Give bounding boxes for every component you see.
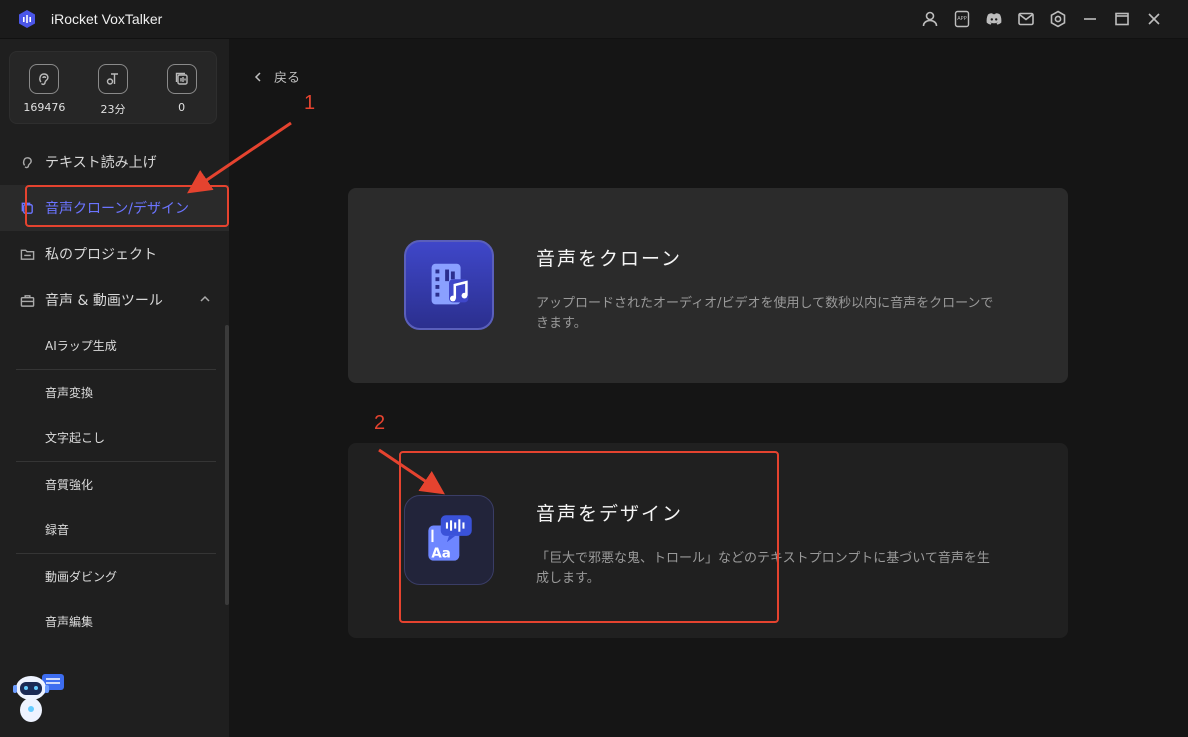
clone-icon [166,64,197,94]
sidebar-subitem-label: 動画ダビング [45,569,118,584]
sidebar-item-my-projects[interactable]: 私のプロジェクト [0,231,229,277]
close-icon[interactable] [1138,8,1170,30]
card-title: 音声をクローン [536,248,683,270]
text-voice-icon [97,64,128,94]
discord-icon[interactable] [978,8,1010,30]
sidebar-subitem-label: 音質強化 [45,477,94,492]
maximize-icon[interactable] [1106,8,1138,30]
minimize-icon[interactable] [1074,8,1106,30]
title-bar: iRocket VoxTalker APP [0,0,1188,39]
folder-icon [20,249,35,260]
annotation-box-2 [399,451,779,623]
back-label: 戻る [274,71,301,86]
stat-characters[interactable]: 169476 [14,64,74,123]
stat-minutes[interactable]: 23分 [83,64,143,123]
main-content: 戻る 音声をクローン アップロードされたオーディオ/ビデオを使用して数秒以内に音… [229,39,1188,737]
sidebar: 169476 23分 0 テキスト読み上げ 音声クローン/デザイン 私のプロジェ… [0,39,229,737]
sidebar-subitem-audio-enhance[interactable]: 音質強化 [0,462,229,508]
sidebar-item-audio-video-tools[interactable]: 音声 & 動画ツール [0,277,229,323]
sidebar-subitem-ai-rap[interactable]: AIラップ生成 [0,323,229,369]
app-title: iRocket VoxTalker [51,11,163,27]
annotation-box-1 [25,185,229,227]
sidebar-subitem-label: 文字起こし [45,431,106,446]
sidebar-subitem-label: 録音 [45,523,70,538]
chevron-up-icon[interactable] [199,293,211,305]
sidebar-subitem-transcription[interactable]: 文字起こし [0,415,229,461]
toolbox-icon [20,294,35,307]
sidebar-subitem-label: 音声変換 [45,385,94,400]
chat-assistant-robot-icon[interactable] [12,672,68,726]
voice-clone-icon [404,240,494,330]
sidebar-item-label: 音声 & 動画ツール [45,293,163,309]
sidebar-subitem-audio-editor[interactable]: 音声編集 [0,599,229,645]
user-icon[interactable] [914,8,946,30]
sidebar-subitem-recording[interactable]: 録音 [0,507,229,553]
sidebar-subitem-label: 音声編集 [45,615,94,630]
annotation-number-1: 1 [304,92,316,114]
sidebar-item-text-to-speech[interactable]: テキスト読み上げ [0,139,229,185]
app-logo-icon [19,10,35,28]
sidebar-subitem-label: AIラップ生成 [45,339,117,354]
mail-icon[interactable] [1010,8,1042,30]
back-button[interactable]: 戻る [252,67,300,86]
annotation-number-2: 2 [374,412,386,434]
sidebar-item-label: テキスト読み上げ [45,155,157,171]
voice-clone-card[interactable]: 音声をクローン アップロードされたオーディオ/ビデオを使用して数秒以内に音声をク… [348,188,1068,383]
app-icon[interactable]: APP [946,8,978,30]
stat-clones[interactable]: 0 [152,64,212,123]
ear-icon [29,64,60,94]
ear-icon [22,156,32,168]
chevron-left-icon [254,71,261,82]
svg-text:APP: APP [957,16,966,22]
sidebar-item-label: 私のプロジェクト [45,247,157,263]
usage-stats: 169476 23分 0 [9,51,217,124]
sidebar-subitem-voice-changer[interactable]: 音声変換 [0,370,229,416]
card-description: アップロードされたオーディオ/ビデオを使用して数秒以内に音声をクローンできます。 [536,296,994,331]
stat-value: 23分 [100,103,126,116]
stat-value: 169476 [23,101,66,114]
settings-icon[interactable] [1042,8,1074,30]
sidebar-subitem-video-dubbing[interactable]: 動画ダビング [0,554,229,600]
stat-value: 0 [178,101,186,114]
